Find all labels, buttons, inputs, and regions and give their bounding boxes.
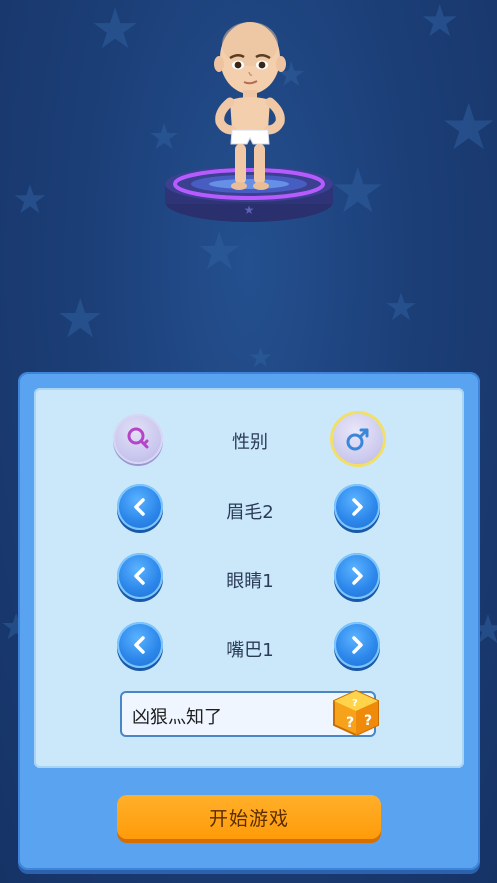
male-button[interactable]	[333, 414, 383, 464]
gender-label: 性别	[232, 432, 268, 453]
chevron-right-icon	[352, 636, 363, 654]
start-game-button[interactable]: 开始游戏	[117, 795, 381, 839]
svg-text:?: ?	[352, 698, 358, 709]
eyebrow-next-button[interactable]	[334, 484, 380, 530]
female-symbol-icon	[127, 427, 149, 449]
star-decoration: ★	[420, 0, 460, 47]
star-decoration: ★	[248, 341, 274, 374]
character-avatar	[214, 22, 286, 190]
female-button[interactable]	[113, 414, 163, 464]
chevron-right-icon	[352, 498, 363, 516]
star-decoration: ★	[90, 0, 141, 62]
star-decoration: ★	[440, 91, 497, 165]
character-preview: ★	[150, 18, 350, 233]
star-decoration: ★	[56, 287, 105, 350]
svg-text:?: ?	[364, 713, 372, 729]
start-game-label: 开始游戏	[208, 807, 289, 830]
player-name-field[interactable]: 凶狠灬知了 ? ? ?	[120, 689, 379, 737]
player-name-value[interactable]: 凶狠灬知了	[132, 703, 222, 729]
svg-text:?: ?	[346, 715, 354, 731]
eyes-next-button[interactable]	[334, 553, 380, 599]
star-decoration: ★	[384, 285, 419, 329]
male-symbol-icon	[346, 428, 369, 451]
eyebrow-prev-button[interactable]	[117, 484, 163, 530]
eyebrow-label: 眉毛2	[226, 502, 274, 523]
eyes-prev-button[interactable]	[117, 553, 163, 599]
chevron-left-icon	[134, 636, 145, 654]
star-decoration: ★	[196, 222, 243, 282]
chevron-right-icon	[352, 567, 363, 585]
svg-text:★: ★	[244, 203, 255, 217]
random-dice-icon[interactable]: ? ? ?	[330, 687, 382, 739]
star-decoration: ★	[12, 177, 48, 223]
chevron-left-icon	[134, 567, 145, 585]
mouth-next-button[interactable]	[334, 622, 380, 668]
mouth-prev-button[interactable]	[117, 622, 163, 668]
mouth-label: 嘴巴1	[226, 640, 274, 661]
eyes-label: 眼睛1	[226, 571, 274, 592]
chevron-left-icon	[134, 498, 145, 516]
